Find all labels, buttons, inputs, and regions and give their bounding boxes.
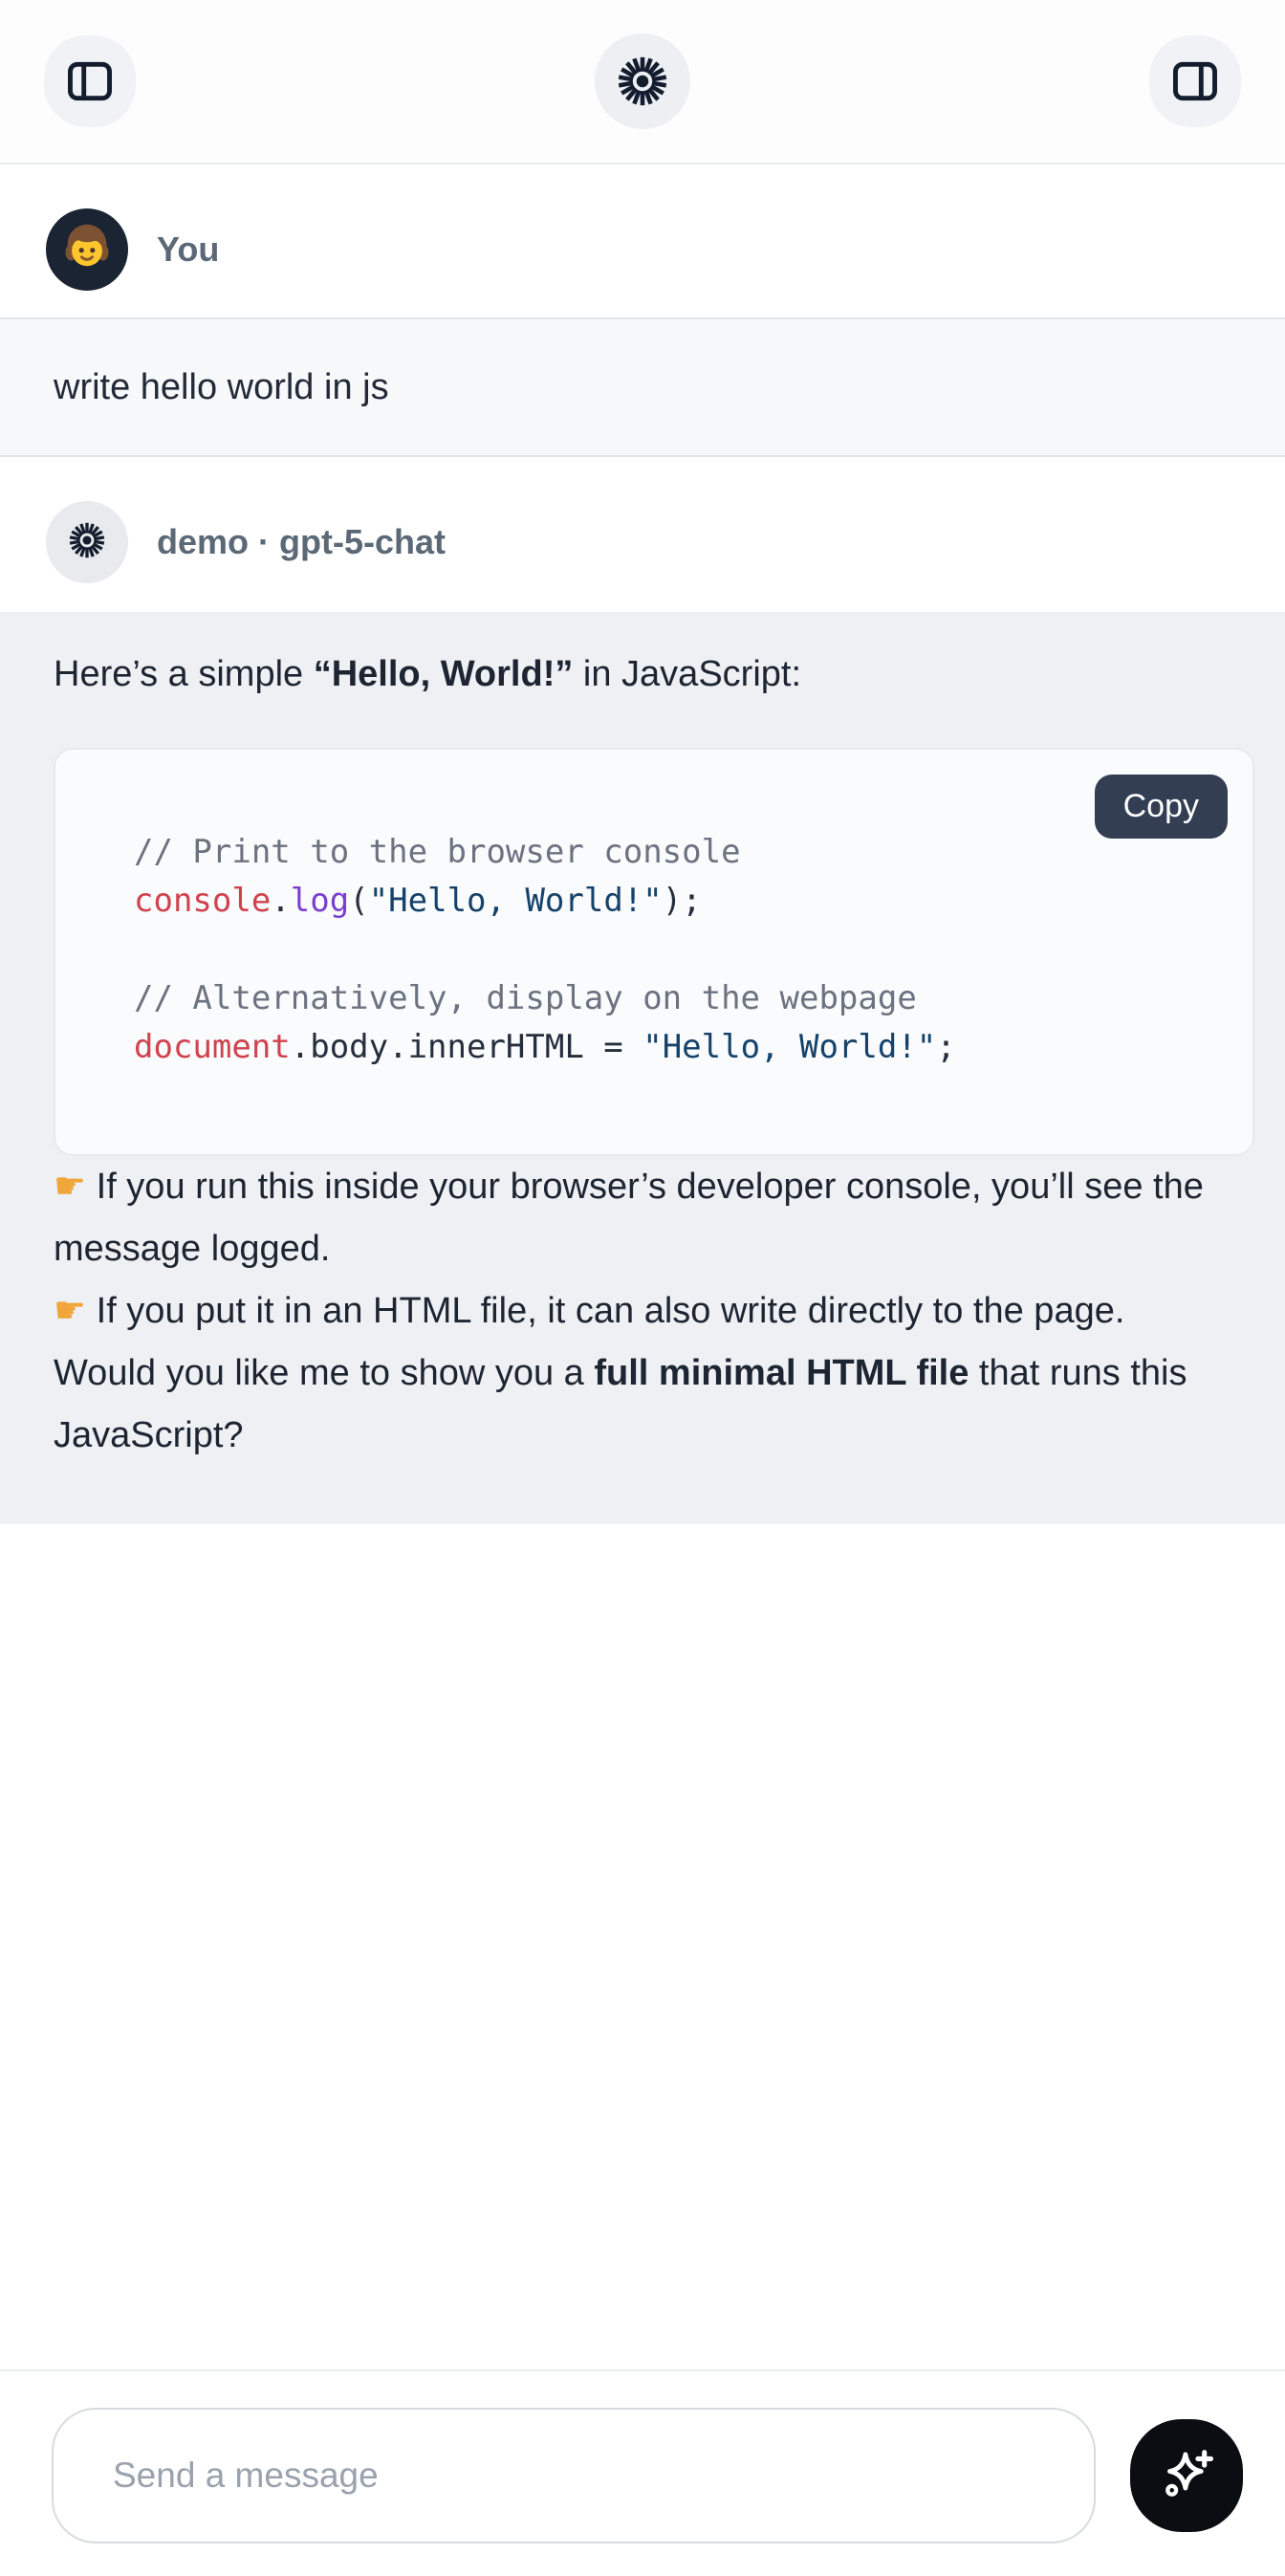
copy-code-button[interactable]: Copy: [1095, 775, 1228, 839]
assistant-tips-text: ☛ If you run this inside your browser’s …: [54, 1156, 1254, 1343]
point-right-emoji: ☛: [54, 1291, 86, 1331]
panel-left-icon: [63, 55, 117, 108]
starburst-icon: [67, 520, 107, 565]
user-avatar: [46, 208, 128, 291]
code-block: Copy // Print to the browser console con…: [54, 748, 1254, 1156]
person-emoji-icon: [55, 216, 119, 284]
assistant-message-header: demo · gpt-5-chat: [0, 457, 1285, 612]
user-name-label: You: [157, 229, 219, 270]
chat-app: You write hello world in js demo · gpt-5…: [0, 0, 1285, 2576]
assistant-intro-text: Here’s a simple “Hello, World!” in JavaS…: [54, 646, 1254, 702]
panel-right-icon: [1168, 55, 1222, 108]
app-logo-button[interactable]: [595, 33, 690, 129]
starburst-icon: [615, 54, 670, 109]
user-message-text: write hello world in js: [54, 367, 389, 407]
assistant-model-label: demo · gpt-5-chat: [157, 522, 446, 562]
user-message-panel: write hello world in js: [0, 317, 1285, 457]
code-snippet: // Print to the browser console console.…: [55, 750, 1252, 1154]
assistant-avatar: [46, 501, 128, 583]
code-snippet-text: // Print to the browser console console.…: [134, 833, 956, 1066]
message-input[interactable]: [52, 2408, 1096, 2543]
point-right-emoji: ☛: [54, 1167, 86, 1207]
top-bar: [0, 0, 1285, 164]
assistant-message-body: Here’s a simple “Hello, World!” in JavaS…: [0, 612, 1285, 1524]
assistant-question-text: Would you like me to show you a full min…: [54, 1343, 1254, 1467]
sparkle-icon: [1154, 2443, 1219, 2508]
send-button[interactable]: [1130, 2419, 1243, 2532]
assistant-message: demo · gpt-5-chat Here’s a simple “Hello…: [0, 457, 1285, 1524]
panel-toggle-button[interactable]: [1149, 35, 1241, 127]
message-composer: [0, 2369, 1285, 2576]
user-message-header: You: [0, 164, 1285, 317]
sidebar-toggle-button[interactable]: [44, 35, 136, 127]
empty-chat-space: [0, 1524, 1285, 2369]
user-message: You write hello world in js: [0, 164, 1285, 457]
